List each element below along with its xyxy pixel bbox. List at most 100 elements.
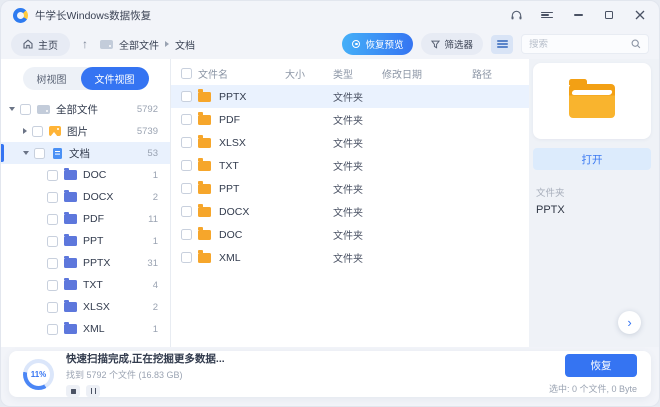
- checkbox[interactable]: [47, 170, 58, 181]
- tree-item-pptx[interactable]: PPTX 31: [1, 252, 170, 274]
- tree-item-xlsx[interactable]: XLSX 2: [1, 296, 170, 318]
- checkbox[interactable]: [181, 137, 192, 148]
- tree-item-docx[interactable]: DOCX 2: [1, 186, 170, 208]
- folder-icon: [64, 192, 77, 202]
- tree-item-label: TXT: [83, 279, 103, 291]
- tree-item-ppt[interactable]: PPT 1: [1, 230, 170, 252]
- table-row[interactable]: PDF 文件夹: [171, 108, 529, 131]
- checkbox[interactable]: [181, 91, 192, 102]
- tree-item-count: 1: [153, 236, 158, 247]
- sidebar: 树视图 文件视图 全部文件 5792 图片 5739 文: [1, 59, 171, 347]
- folder-icon: [198, 115, 211, 125]
- drive-icon: [100, 40, 113, 49]
- folder-icon: [198, 207, 211, 217]
- checkbox[interactable]: [47, 236, 58, 247]
- table-row[interactable]: XML 文件夹: [171, 246, 529, 269]
- column-header-name[interactable]: 文件名: [198, 66, 285, 81]
- preview-thumbnail: [533, 63, 651, 139]
- app-window: 牛学长Windows数据恢复 主页 ↑ 全部文件 文档: [0, 0, 660, 407]
- folder-icon: [198, 92, 211, 102]
- checkbox[interactable]: [181, 160, 192, 171]
- table-row[interactable]: DOCX 文件夹: [171, 200, 529, 223]
- next-page-button[interactable]: ›: [618, 311, 641, 334]
- file-name: XLSX: [219, 137, 246, 149]
- file-type: 文件夹: [333, 250, 358, 265]
- checkbox[interactable]: [47, 324, 58, 335]
- stop-scan-button[interactable]: [66, 385, 80, 397]
- recover-button[interactable]: 恢复: [565, 354, 637, 377]
- view-tabs: 树视图 文件视图: [23, 67, 149, 90]
- file-type: 文件夹: [333, 204, 358, 219]
- tree-item-label: XLSX: [83, 301, 110, 313]
- support-headset-icon[interactable]: [509, 8, 523, 22]
- tree-item-count: 53: [147, 148, 158, 159]
- caret-down-icon[interactable]: [23, 151, 29, 155]
- caret-down-icon[interactable]: [9, 107, 15, 111]
- column-header-size[interactable]: 大小: [285, 66, 333, 81]
- home-button[interactable]: 主页: [11, 33, 70, 56]
- home-icon: [23, 39, 33, 49]
- tree-item-xml[interactable]: XML 1: [1, 318, 170, 340]
- select-all-checkbox[interactable]: [181, 68, 192, 79]
- checkbox[interactable]: [181, 229, 192, 240]
- pause-scan-button[interactable]: [86, 385, 100, 397]
- checkbox[interactable]: [47, 192, 58, 203]
- table-row[interactable]: DOC 文件夹: [171, 223, 529, 246]
- big-folder-icon: [569, 84, 615, 118]
- caret-right-icon[interactable]: [23, 128, 27, 134]
- folder-icon: [198, 230, 211, 240]
- list-view-toggle[interactable]: [491, 35, 513, 54]
- main-content: 树视图 文件视图 全部文件 5792 图片 5739 文: [1, 59, 659, 347]
- search-icon[interactable]: [631, 39, 641, 49]
- table-row[interactable]: XLSX 文件夹: [171, 131, 529, 154]
- checkbox[interactable]: [47, 280, 58, 291]
- checkbox[interactable]: [181, 114, 192, 125]
- search-input[interactable]: [529, 39, 631, 50]
- menu-icon[interactable]: [540, 8, 554, 22]
- maximize-button[interactable]: [602, 8, 616, 22]
- checkbox[interactable]: [47, 214, 58, 225]
- tree-item-count: 31: [147, 258, 158, 269]
- close-button[interactable]: [633, 8, 647, 22]
- breadcrumb-root[interactable]: 全部文件: [119, 37, 159, 52]
- checkbox[interactable]: [181, 252, 192, 263]
- file-type: 文件夹: [333, 227, 358, 242]
- navigate-up-icon[interactable]: ↑: [82, 37, 88, 51]
- file-type: 文件夹: [333, 158, 358, 173]
- column-header-date[interactable]: 修改日期: [382, 66, 472, 81]
- column-header-path[interactable]: 路径: [472, 66, 523, 81]
- checkbox[interactable]: [34, 148, 45, 159]
- search-box: [521, 34, 649, 54]
- tree-item-count: 5739: [137, 126, 158, 137]
- folder-icon: [64, 170, 77, 180]
- checkbox[interactable]: [181, 206, 192, 217]
- tree-item-pictures[interactable]: 图片 5739: [1, 120, 170, 142]
- checkbox[interactable]: [181, 183, 192, 194]
- preview-type-label: 文件夹: [533, 185, 651, 199]
- tree-item-pdf[interactable]: PDF 11: [1, 208, 170, 230]
- tab-tree-view[interactable]: 树视图: [23, 67, 81, 90]
- table-row[interactable]: PPT 文件夹: [171, 177, 529, 200]
- table-row[interactable]: TXT 文件夹: [171, 154, 529, 177]
- checkbox[interactable]: [20, 104, 31, 115]
- tree-item-label: 图片: [67, 124, 88, 139]
- column-header-type[interactable]: 类型: [333, 66, 358, 81]
- recovery-preview-toggle[interactable]: 恢复预览: [342, 33, 413, 55]
- checkbox[interactable]: [32, 126, 43, 137]
- checkbox[interactable]: [47, 258, 58, 269]
- minimize-button[interactable]: [571, 8, 585, 22]
- filter-button[interactable]: 筛选器: [421, 33, 483, 55]
- folder-icon: [64, 324, 77, 334]
- tree-item-all-files[interactable]: 全部文件 5792: [1, 98, 170, 120]
- tree-item-doc[interactable]: DOC 1: [1, 164, 170, 186]
- table-row[interactable]: PPTX 文件夹: [171, 85, 529, 108]
- scan-progress-value: 11%: [27, 363, 50, 386]
- open-button[interactable]: 打开: [533, 148, 651, 170]
- checkbox[interactable]: [47, 302, 58, 313]
- tab-file-view[interactable]: 文件视图: [81, 67, 149, 90]
- preview-file-name: PPTX: [533, 204, 651, 216]
- scan-status-message: 快速扫描完成,正在挖掘更多数据...: [66, 351, 225, 366]
- app-logo-icon: [13, 8, 28, 23]
- tree-item-txt[interactable]: TXT 4: [1, 274, 170, 296]
- tree-item-documents[interactable]: 文档 53: [1, 142, 170, 164]
